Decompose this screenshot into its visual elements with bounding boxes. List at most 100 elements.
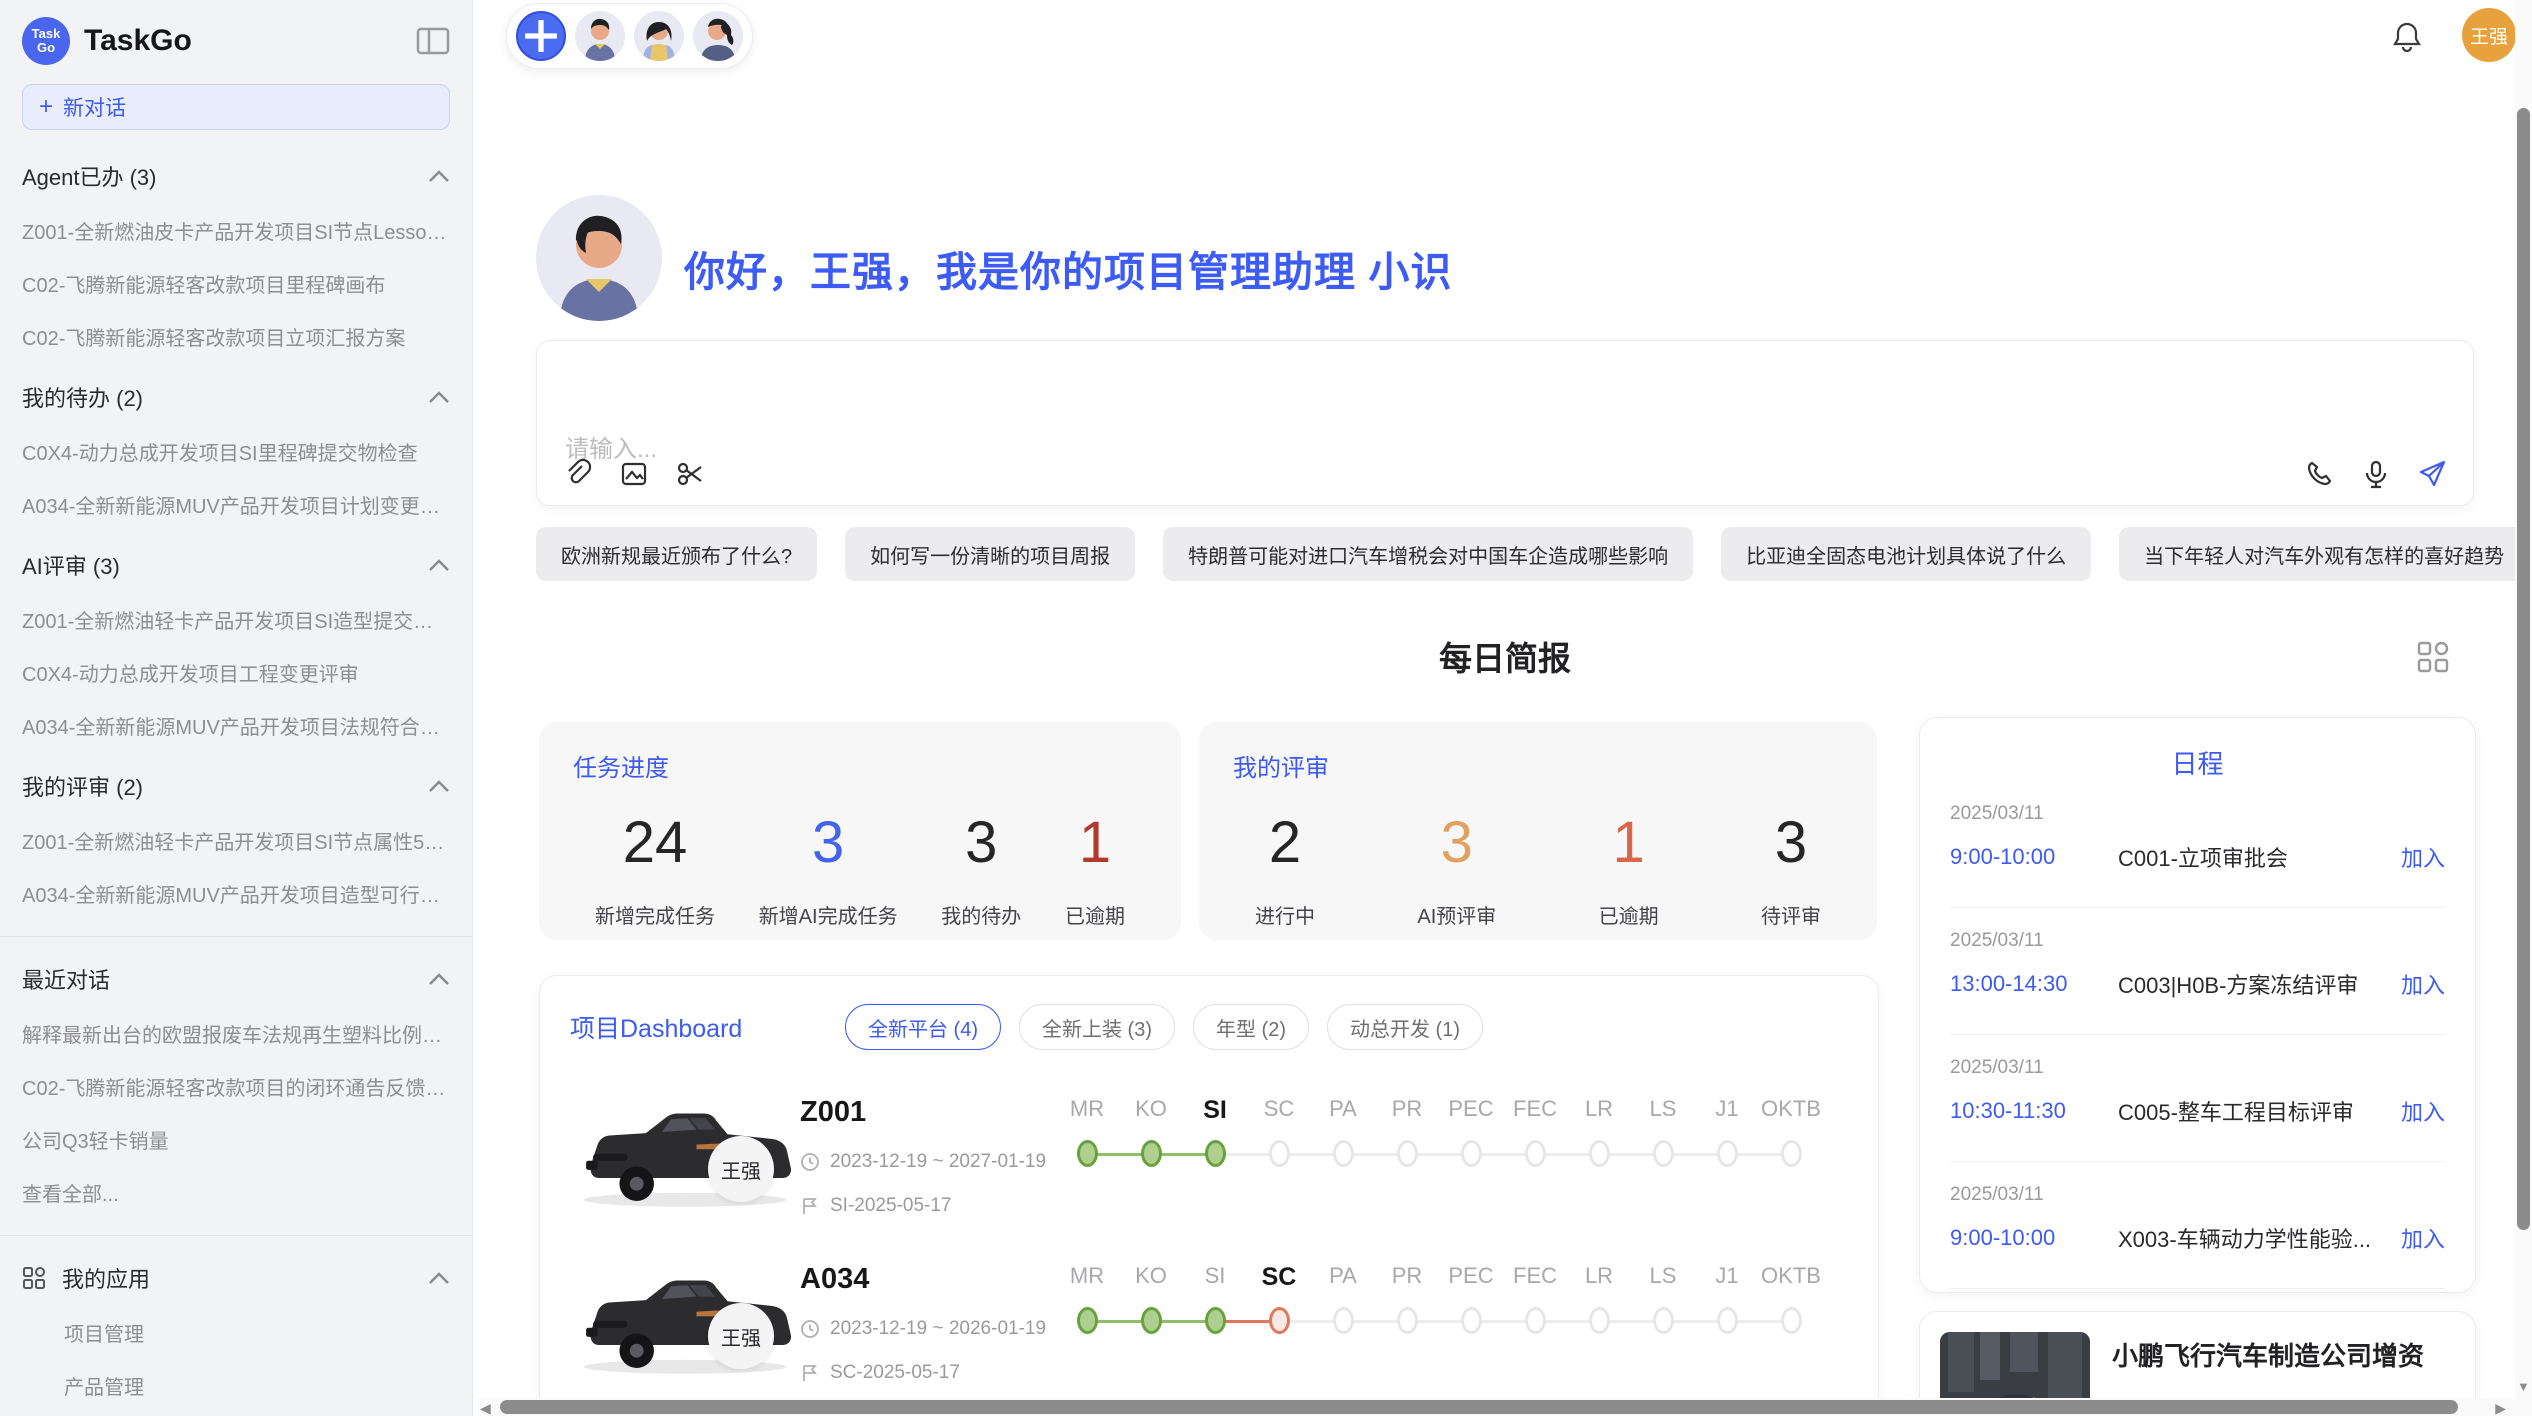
chevron-up-icon[interactable] [428, 972, 450, 986]
tab-new-platform[interactable]: 全新平台 (4) [845, 1004, 1001, 1050]
milestone-dot-done [1077, 1307, 1098, 1334]
schedule-item: 2025/03/11 10:30-11:30 C005-整车工程目标评审 加入 [1950, 1035, 2445, 1162]
scroll-right-arrow[interactable]: ▶ [2495, 1400, 2506, 1416]
suggestion-chip[interactable]: 特朗普可能对进口汽车增税会对中国车企造成哪些影响 [1163, 527, 1693, 581]
section-my-review[interactable]: 我的评审 (2) [22, 770, 450, 802]
milestone-dot-done [1141, 1140, 1162, 1167]
milestone-dot-overdue [1269, 1307, 1290, 1334]
new-chat-button[interactable]: + 新对话 [22, 84, 450, 130]
tab-powertrain[interactable]: 动总开发 (1) [1327, 1004, 1483, 1050]
task-item[interactable]: C0X4-动力总成开发项目SI里程碑提交物检查 [22, 437, 450, 466]
section-my-todo[interactable]: 我的待办 (2) [22, 381, 450, 413]
project-owner-badge: 王强 [708, 1136, 774, 1202]
stat-value: 3 [759, 809, 898, 876]
task-item[interactable]: C02-飞腾新能源轻客改款项目里程碑画布 [22, 269, 450, 298]
plus-icon: + [39, 93, 53, 121]
milestone-date: SI-2025-05-17 [830, 1195, 951, 1217]
layout-grid-icon[interactable] [2416, 640, 2450, 674]
recent-chat-item[interactable]: C02-飞腾新能源轻客改款项目的闭环通告反馈情况 [22, 1072, 450, 1101]
join-link[interactable]: 加入 [2401, 968, 2445, 1000]
notification-bell-icon[interactable] [2392, 20, 2422, 52]
milestone-label: LS [1631, 1096, 1695, 1125]
section-ai-review[interactable]: AI评审 (3) [22, 549, 450, 581]
schedule-title: 日程 [1950, 744, 2445, 781]
suggestion-chip[interactable]: 欧洲新规最近颁布了什么? [536, 527, 817, 581]
task-item[interactable]: Z001-全新燃油轻卡产品开发项目SI造型提交物评审 [22, 605, 450, 634]
milestone-labels: MR KO SI SC PA PR PEC FEC LR LS J1 OKTB [1055, 1096, 1823, 1125]
recent-view-all[interactable]: 查看全部... [22, 1178, 450, 1207]
schedule-date: 2025/03/11 [1950, 1184, 2445, 1206]
scroll-down-arrow[interactable]: ▼ [2517, 1379, 2530, 1394]
vertical-scroll-thumb[interactable] [2517, 108, 2530, 1230]
stat-value: 1 [1599, 809, 1659, 876]
section-my-apps[interactable]: 我的应用 [22, 1262, 450, 1294]
milestone-dot [1653, 1140, 1674, 1167]
task-item[interactable]: C0X4-动力总成开发项目工程变更评审 [22, 658, 450, 687]
microphone-icon[interactable] [2361, 459, 2391, 489]
stat-value: 24 [595, 809, 715, 876]
add-agent-button[interactable] [516, 11, 566, 61]
milestone-dot-done [1205, 1140, 1226, 1167]
project-row-a034[interactable]: 王强 A034 2023-12-19 ~ 2026-01-19 SC-2025-… [570, 1261, 1848, 1384]
task-item[interactable]: Z001-全新燃油皮卡产品开发项目SI节点Lesson Learn报告 [22, 216, 450, 245]
sidebar-collapse-icon[interactable] [416, 26, 450, 56]
send-icon[interactable] [2417, 459, 2447, 489]
vertical-scrollbar[interactable]: ▼ [2515, 0, 2532, 1398]
tab-model-year[interactable]: 年型 (2) [1193, 1004, 1309, 1050]
phone-icon[interactable] [2305, 459, 2335, 489]
greeting-title: 你好，王强，我是你的项目管理助理 小识 [684, 238, 1452, 298]
stat-review-overdue: 1 已逾期 [1599, 809, 1659, 929]
divider [0, 1235, 472, 1236]
milestone-label: FEC [1503, 1263, 1567, 1292]
tab-new-body[interactable]: 全新上装 (3) [1019, 1004, 1175, 1050]
chevron-up-icon[interactable] [428, 779, 450, 793]
chat-composer[interactable]: 请输入... [536, 340, 2474, 506]
join-link[interactable]: 加入 [2401, 1095, 2445, 1127]
project-row-z001[interactable]: 王强 Z001 2023-12-19 ~ 2027-01-19 SI-2025-… [570, 1094, 1848, 1217]
suggestion-chip[interactable]: 当下年轻人对汽车外观有怎样的喜好趋势 [2119, 527, 2529, 581]
project-dashboard-card: 项目Dashboard 全新平台 (4) 全新上装 (3) 年型 (2) 动总开… [539, 975, 1879, 1416]
chevron-up-icon[interactable] [428, 1271, 450, 1285]
task-item[interactable]: A034-全新新能源MUV产品开发项目法规符合性评审 [22, 711, 450, 740]
image-icon[interactable] [619, 459, 649, 489]
task-item[interactable]: A034-全新新能源MUV产品开发项目造型可行性评审 [22, 879, 450, 908]
section-agent-done[interactable]: Agent已办 (3) [22, 160, 450, 192]
recent-chat-item[interactable]: 公司Q3轻卡销量 [22, 1125, 450, 1154]
stat-label: 已逾期 [1065, 900, 1125, 929]
app-item-product-mgmt[interactable]: 产品管理 [64, 1371, 450, 1400]
task-item[interactable]: C02-飞腾新能源轻客改款项目立项汇报方案 [22, 322, 450, 351]
agent-avatar-1[interactable] [575, 11, 625, 61]
suggestion-chip[interactable]: 如何写一份清晰的项目周报 [845, 527, 1135, 581]
milestone-dot [1461, 1140, 1482, 1167]
suggestion-chip[interactable]: 比亚迪全固态电池计划具体说了什么 [1721, 527, 2091, 581]
agent-avatar-2[interactable] [634, 11, 684, 61]
join-link[interactable]: 加入 [2401, 1222, 2445, 1254]
milestone-label: PR [1375, 1096, 1439, 1125]
chevron-up-icon[interactable] [428, 558, 450, 572]
join-link[interactable]: 加入 [2401, 841, 2445, 873]
task-item[interactable]: A034-全新新能源MUV产品开发项目计划变更表编写 [22, 490, 450, 519]
section-recent-chats[interactable]: 最近对话 [22, 963, 450, 995]
section-title: Agent已办 (3) [22, 160, 157, 192]
attachment-icon[interactable] [563, 459, 593, 489]
scroll-left-arrow[interactable]: ◀ [480, 1400, 491, 1416]
milestone-dot-done [1141, 1307, 1162, 1334]
horizontal-scroll-thumb[interactable] [500, 1400, 2458, 1414]
chevron-up-icon[interactable] [428, 390, 450, 404]
agent-avatar-3[interactable] [693, 11, 743, 61]
horizontal-scrollbar[interactable]: ◀ ▶ [478, 1398, 2532, 1416]
app-item-project-mgmt[interactable]: 项目管理 [64, 1318, 450, 1347]
user-avatar[interactable]: 王强 [2462, 8, 2516, 62]
scissors-icon[interactable] [675, 459, 705, 489]
flag-icon [800, 1196, 820, 1216]
milestone-dot [1333, 1140, 1354, 1167]
stat-value: 3 [1761, 809, 1821, 876]
task-item[interactable]: Z001-全新燃油轻卡产品开发项目SI节点属性5D文件评审 [22, 826, 450, 855]
recent-chat-item[interactable]: 解释最新出台的欧盟报废车法规再生塑料比例被调至15%... [22, 1019, 450, 1048]
chevron-up-icon[interactable] [428, 169, 450, 183]
milestone-dot [1397, 1140, 1418, 1167]
stat-overdue: 1 已逾期 [1065, 809, 1125, 929]
main-area: 王强 你好，王强，我是你的项目管理助理 小识 请输入... [474, 0, 2532, 1416]
project-owner-badge: 王强 [708, 1303, 774, 1369]
my-review-stats: 2 进行中 3 AI预评审 1 已逾期 3 待评审 [1233, 809, 1843, 929]
